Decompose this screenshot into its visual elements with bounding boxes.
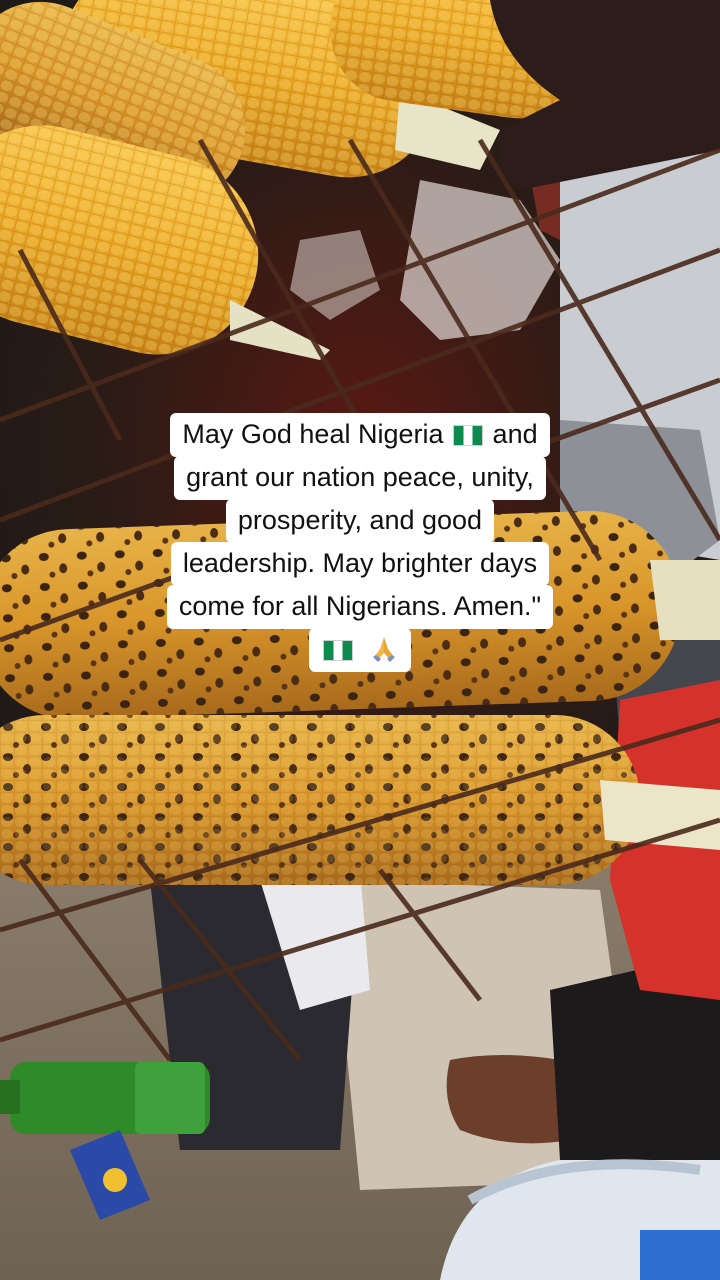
caption-overlay: May God heal Nigeria and grant our natio… (0, 413, 720, 672)
caption-text-1b: and (492, 419, 538, 449)
caption-line-1: May God heal Nigeria and (170, 413, 550, 457)
nigeria-flag-icon (323, 640, 354, 661)
nigeria-flag-icon (453, 425, 484, 446)
caption-line-4: leadership. May brighter days (170, 542, 550, 586)
caption-line-2: grant our nation peace, unity, (174, 456, 546, 500)
caption-line-3: prosperity, and good (225, 499, 495, 543)
caption-line-6 (309, 628, 411, 672)
caption-text-1a: May God heal Nigeria (182, 419, 444, 449)
video-frame: May God heal Nigeria and grant our natio… (0, 0, 720, 1280)
caption-line-5: come for all Nigerians. Amen." (166, 585, 554, 629)
folded-hands-icon (372, 637, 395, 662)
